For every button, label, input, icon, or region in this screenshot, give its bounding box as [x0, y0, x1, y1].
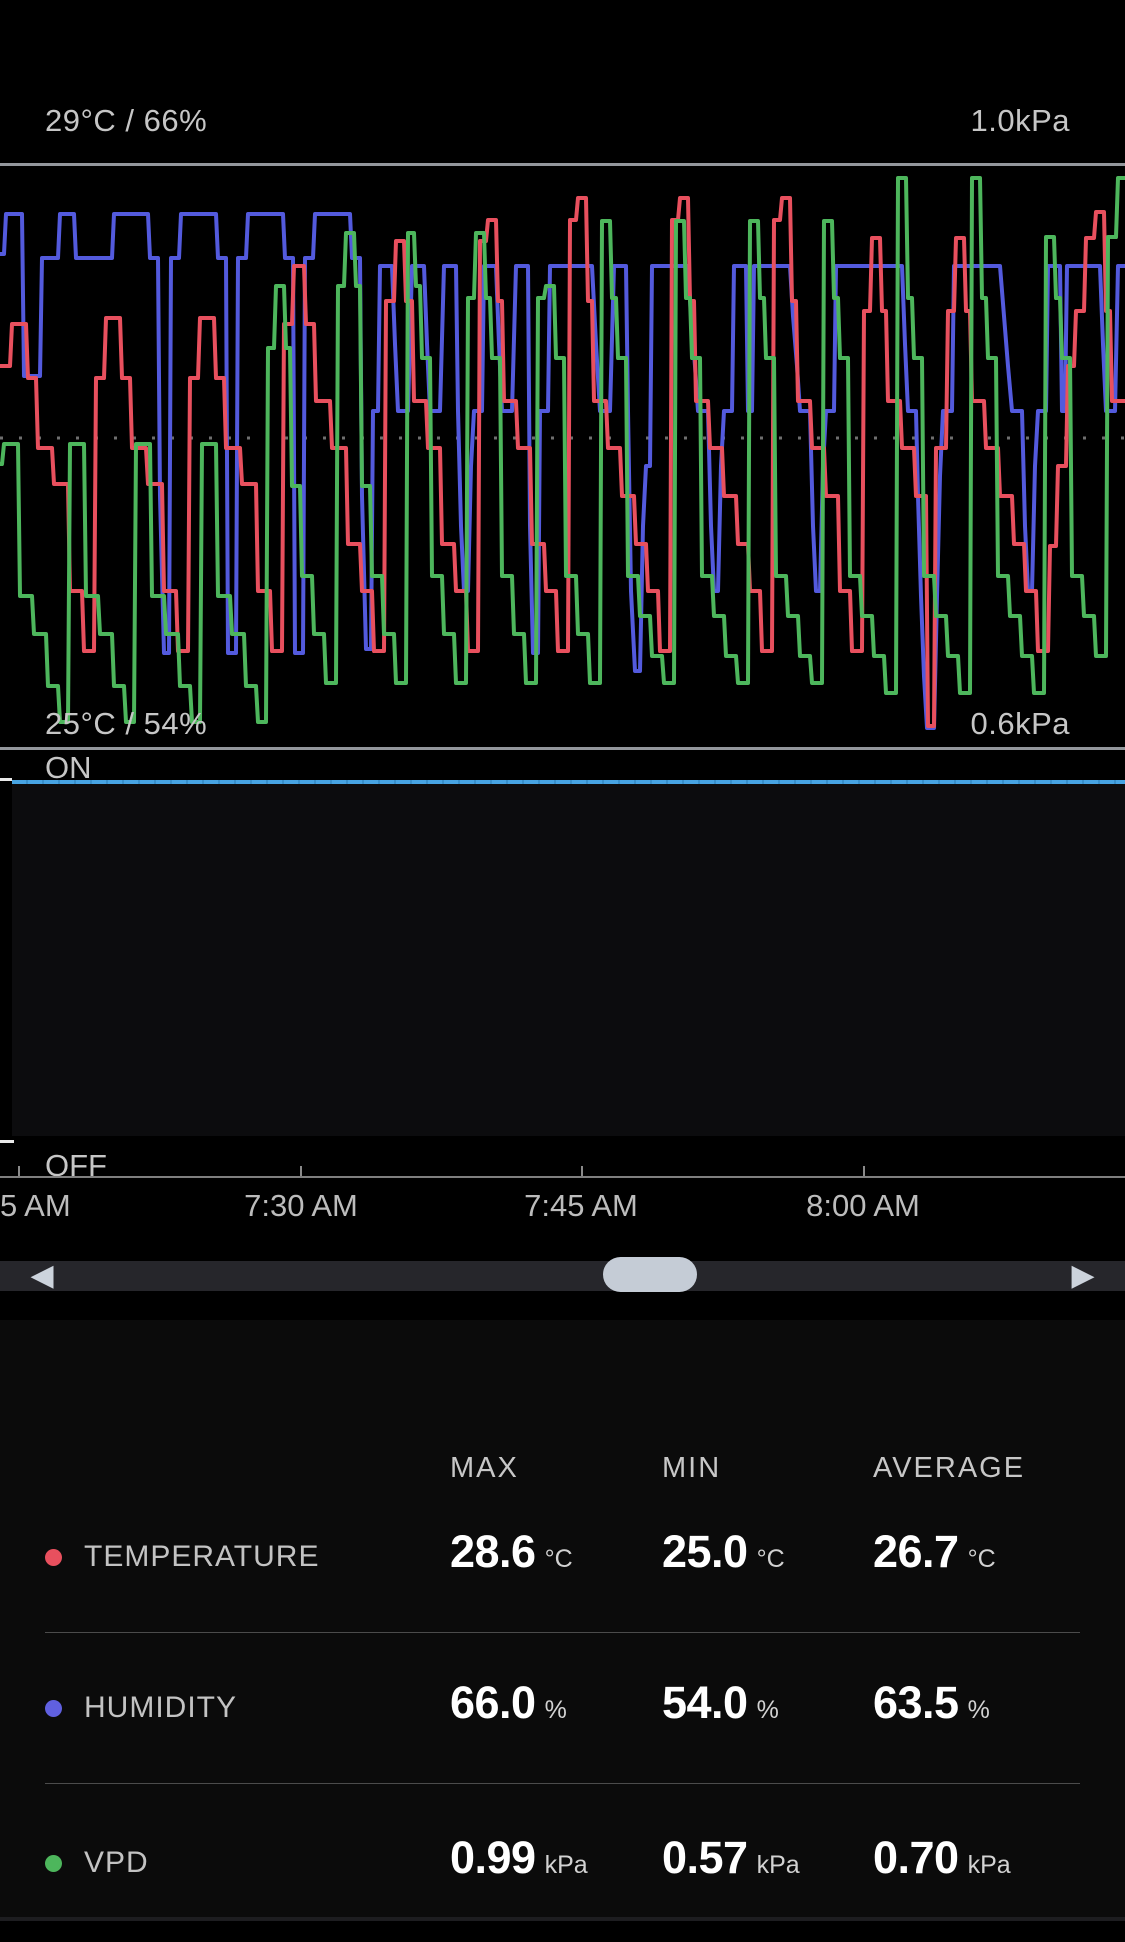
scrollbar-right-arrow-icon[interactable]: ▶: [1063, 1256, 1103, 1296]
state-axis-left-stub: [0, 1140, 14, 1143]
time-axis-tick: [18, 1166, 20, 1176]
state-off-label: OFF: [45, 1148, 107, 1184]
stats-divider-1: [45, 1632, 1080, 1633]
temperature-max-value: 28.6°C: [450, 1526, 573, 1578]
stats-divider-2: [45, 1783, 1080, 1784]
chart-scrollbar-track[interactable]: [0, 1261, 1125, 1291]
chart-bottom-divider: [0, 747, 1125, 750]
stats-row-temperature: TEMPERATURE: [45, 1540, 319, 1574]
sensor-chart-canvas: [0, 166, 1125, 747]
temperature-dot-icon: [45, 1549, 62, 1566]
stats-row-vpd: VPD: [45, 1846, 149, 1880]
state-chart-panel[interactable]: [12, 784, 1125, 1136]
state-line-left-stub: [0, 778, 12, 781]
time-axis-tick: [300, 1166, 302, 1176]
stats-panel: [0, 1320, 1125, 1917]
humidity-avg-value: 63.5%: [873, 1677, 990, 1729]
time-axis-tick: [581, 1166, 583, 1176]
time-label: 7:30 AM: [244, 1188, 358, 1224]
stats-header-min: MIN: [662, 1452, 721, 1485]
time-axis-line: [0, 1176, 1125, 1178]
temperature-avg-value: 26.7°C: [873, 1526, 996, 1578]
time-label: 5 AM: [0, 1188, 71, 1224]
chart-bottom-left-range-label: 25°C / 54%: [45, 706, 207, 742]
humidity-dot-icon: [45, 1700, 62, 1717]
chart-bottom-right-range-label: 0.6kPa: [970, 706, 1070, 742]
vpd-max-value: 0.99kPa: [450, 1832, 588, 1884]
humidity-max-value: 66.0%: [450, 1677, 567, 1729]
chart-top-left-range-label: 29°C / 66%: [45, 103, 207, 139]
sensor-chart[interactable]: [0, 166, 1125, 747]
scrollbar-thumb[interactable]: [603, 1257, 697, 1292]
scrollbar-left-arrow-icon[interactable]: ◀: [22, 1256, 62, 1296]
humidity-row-label: HUMIDITY: [84, 1691, 237, 1725]
stats-header-average: AVERAGE: [873, 1452, 1025, 1485]
vpd-avg-value: 0.70kPa: [873, 1832, 1011, 1884]
chart-top-right-range-label: 1.0kPa: [970, 103, 1070, 139]
stats-row-humidity: HUMIDITY: [45, 1691, 237, 1725]
temperature-row-label: TEMPERATURE: [84, 1540, 319, 1574]
time-label: 8:00 AM: [806, 1188, 920, 1224]
time-label: 7:45 AM: [524, 1188, 638, 1224]
bottom-section-divider: [0, 1917, 1125, 1921]
humidity-min-value: 54.0%: [662, 1677, 779, 1729]
vpd-min-value: 0.57kPa: [662, 1832, 800, 1884]
vpd-row-label: VPD: [84, 1846, 149, 1880]
temperature-min-value: 25.0°C: [662, 1526, 785, 1578]
vpd-dot-icon: [45, 1855, 62, 1872]
time-axis-tick: [863, 1166, 865, 1176]
stats-header-max: MAX: [450, 1452, 519, 1485]
